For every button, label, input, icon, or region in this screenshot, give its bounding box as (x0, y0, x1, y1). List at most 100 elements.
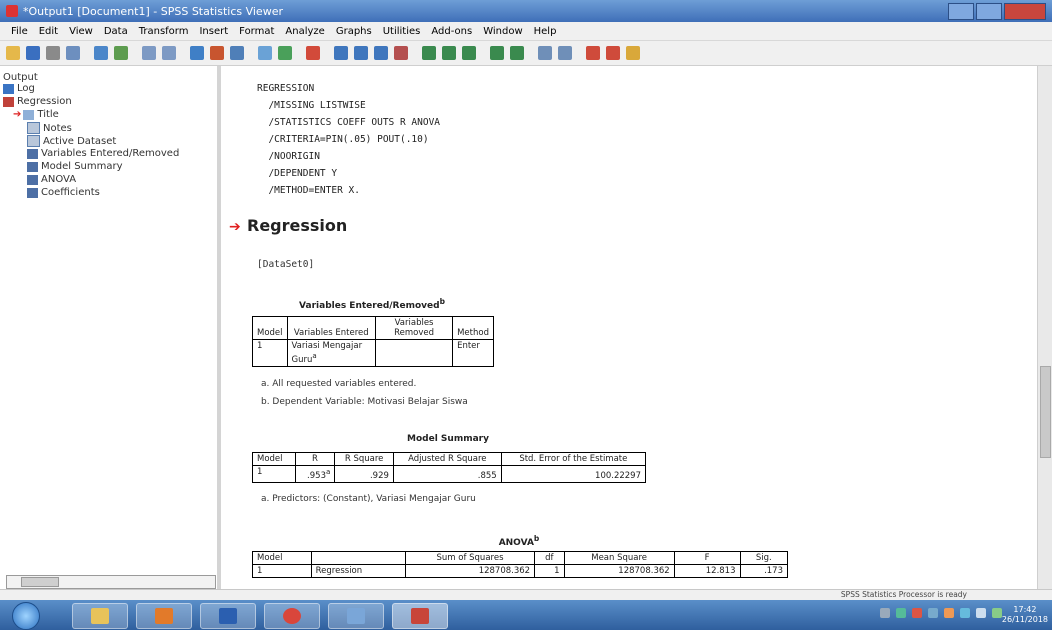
recall-dialog-icon[interactable] (114, 46, 128, 60)
menu-edit[interactable]: Edit (39, 26, 58, 37)
windows-taskbar: 17:42 26/11/2018 (0, 600, 1052, 630)
maximize-button[interactable] (976, 3, 1002, 20)
outline-item-label: Output (3, 72, 38, 83)
menu-window[interactable]: Window (483, 26, 522, 37)
tray-icon[interactable] (960, 608, 970, 618)
show-icon[interactable] (538, 46, 552, 60)
pivot-icon[interactable] (626, 46, 640, 60)
goto-data-icon[interactable] (190, 46, 204, 60)
move-icon[interactable] (462, 46, 476, 60)
open-icon[interactable] (6, 46, 20, 60)
expand-icon[interactable] (490, 46, 504, 60)
header-adjusted-r-square: Adjusted R Square (392, 452, 502, 466)
menu-file[interactable]: File (11, 26, 28, 37)
table-row: 1 .953a .929 .855 100.22297 (252, 465, 647, 483)
taskbar-chrome[interactable] (264, 603, 320, 629)
header-model: Model (252, 316, 288, 340)
menu-transform[interactable]: Transform (139, 26, 189, 37)
outline-item-anova[interactable]: ANOVA (27, 174, 76, 185)
menu-utilities[interactable]: Utilities (383, 26, 421, 37)
tray-icon[interactable] (912, 608, 922, 618)
outline-item-notes[interactable]: Notes (27, 122, 72, 134)
menu-analyze[interactable]: Analyze (285, 26, 324, 37)
insert-title-icon[interactable] (354, 46, 368, 60)
menu-insert[interactable]: Insert (199, 26, 228, 37)
save-icon[interactable] (26, 46, 40, 60)
insert-text-icon[interactable] (374, 46, 388, 60)
menu-view[interactable]: View (69, 26, 93, 37)
menu-add-ons[interactable]: Add-ons (431, 26, 472, 37)
start-button[interactable] (12, 602, 40, 630)
demote-icon[interactable] (442, 46, 456, 60)
table-icon (27, 148, 38, 159)
outline-item-log[interactable]: Log (3, 83, 35, 94)
script-icon[interactable] (606, 46, 620, 60)
minimize-button[interactable] (948, 3, 974, 20)
taskbar-spss[interactable] (392, 603, 448, 629)
taskbar-word[interactable] (200, 603, 256, 629)
find-icon[interactable] (306, 46, 320, 60)
system-tray (880, 608, 1002, 618)
insert-chart-icon[interactable] (394, 46, 408, 60)
output-content-pane: REGRESSION /MISSING LISTWISE /STATISTICS… (221, 66, 1036, 589)
tray-icon[interactable] (880, 608, 890, 618)
header-sig: Sig. (739, 551, 788, 565)
taskbar-explorer[interactable] (72, 603, 128, 629)
tray-icon[interactable] (944, 608, 954, 618)
outline-item-variables-entered[interactable]: Variables Entered/Removed (27, 148, 179, 159)
section-heading[interactable]: Regression (247, 216, 347, 235)
taskbar-clock[interactable]: 17:42 26/11/2018 (1002, 605, 1048, 625)
outline-item-model-summary[interactable]: Model Summary (27, 161, 123, 172)
redo-icon[interactable] (162, 46, 176, 60)
outline-item-regression[interactable]: Regression (3, 96, 72, 107)
taskbar-media-player[interactable] (136, 603, 192, 629)
hide-icon[interactable] (558, 46, 572, 60)
cell-adjusted-r-square: .855 (392, 465, 502, 483)
collapse-icon[interactable] (510, 46, 524, 60)
outline-item-title[interactable]: ➔ Title (13, 109, 59, 120)
network-icon[interactable] (992, 608, 1002, 618)
close-button[interactable] (1004, 3, 1046, 20)
volume-icon[interactable] (976, 608, 986, 618)
menu-data[interactable]: Data (104, 26, 128, 37)
print-preview-icon[interactable] (66, 46, 80, 60)
header-model: Model (252, 551, 312, 565)
outline-item-active-dataset[interactable]: Active Dataset (27, 135, 116, 147)
chrome-icon (283, 608, 301, 624)
outline-horizontal-scrollbar[interactable] (6, 575, 216, 589)
content-vertical-scrollbar[interactable] (1037, 66, 1052, 589)
tray-icon[interactable] (928, 608, 938, 618)
variables-entered-table[interactable]: Model Variables Entered Variables Remove… (252, 316, 494, 367)
model-summary-table[interactable]: Model R R Square Adjusted R Square Std. … (252, 452, 647, 483)
clock-date: 26/11/2018 (1001, 615, 1048, 624)
tray-icon[interactable] (896, 608, 906, 618)
designate-window-icon[interactable] (586, 46, 600, 60)
outline-item-coefficients[interactable]: Coefficients (27, 187, 100, 198)
menu-graphs[interactable]: Graphs (336, 26, 372, 37)
outline-item-label: Title (37, 109, 59, 120)
clock-time: 17:42 (1013, 605, 1037, 614)
scrollbar-thumb[interactable] (1040, 366, 1051, 458)
cell-f: 12.813 (673, 564, 741, 578)
table-footnote: a. Predictors: (Constant), Variasi Menga… (261, 494, 476, 504)
variables-icon[interactable] (258, 46, 272, 60)
outline-item-label: Model Summary (41, 161, 123, 172)
model-summary-title: Model Summary (407, 434, 489, 444)
menu-format[interactable]: Format (239, 26, 274, 37)
anova-table[interactable]: Model Sum of Squares df Mean Square F Si… (252, 551, 788, 578)
print-icon[interactable] (46, 46, 60, 60)
promote-icon[interactable] (422, 46, 436, 60)
insert-heading-icon[interactable] (334, 46, 348, 60)
goto-variable-icon[interactable] (230, 46, 244, 60)
undo-icon[interactable] (142, 46, 156, 60)
title-icon (23, 109, 35, 120)
scrollbar-thumb[interactable] (21, 577, 59, 587)
use-sets-icon[interactable] (278, 46, 292, 60)
status-text: SPSS Statistics Processor is ready (840, 590, 967, 599)
export-icon[interactable] (94, 46, 108, 60)
taskbar-window[interactable] (328, 603, 384, 629)
menu-help[interactable]: Help (534, 26, 557, 37)
cell-df: 1 (534, 564, 565, 578)
goto-case-icon[interactable] (210, 46, 224, 60)
outline-item-output[interactable]: Output (3, 72, 38, 83)
